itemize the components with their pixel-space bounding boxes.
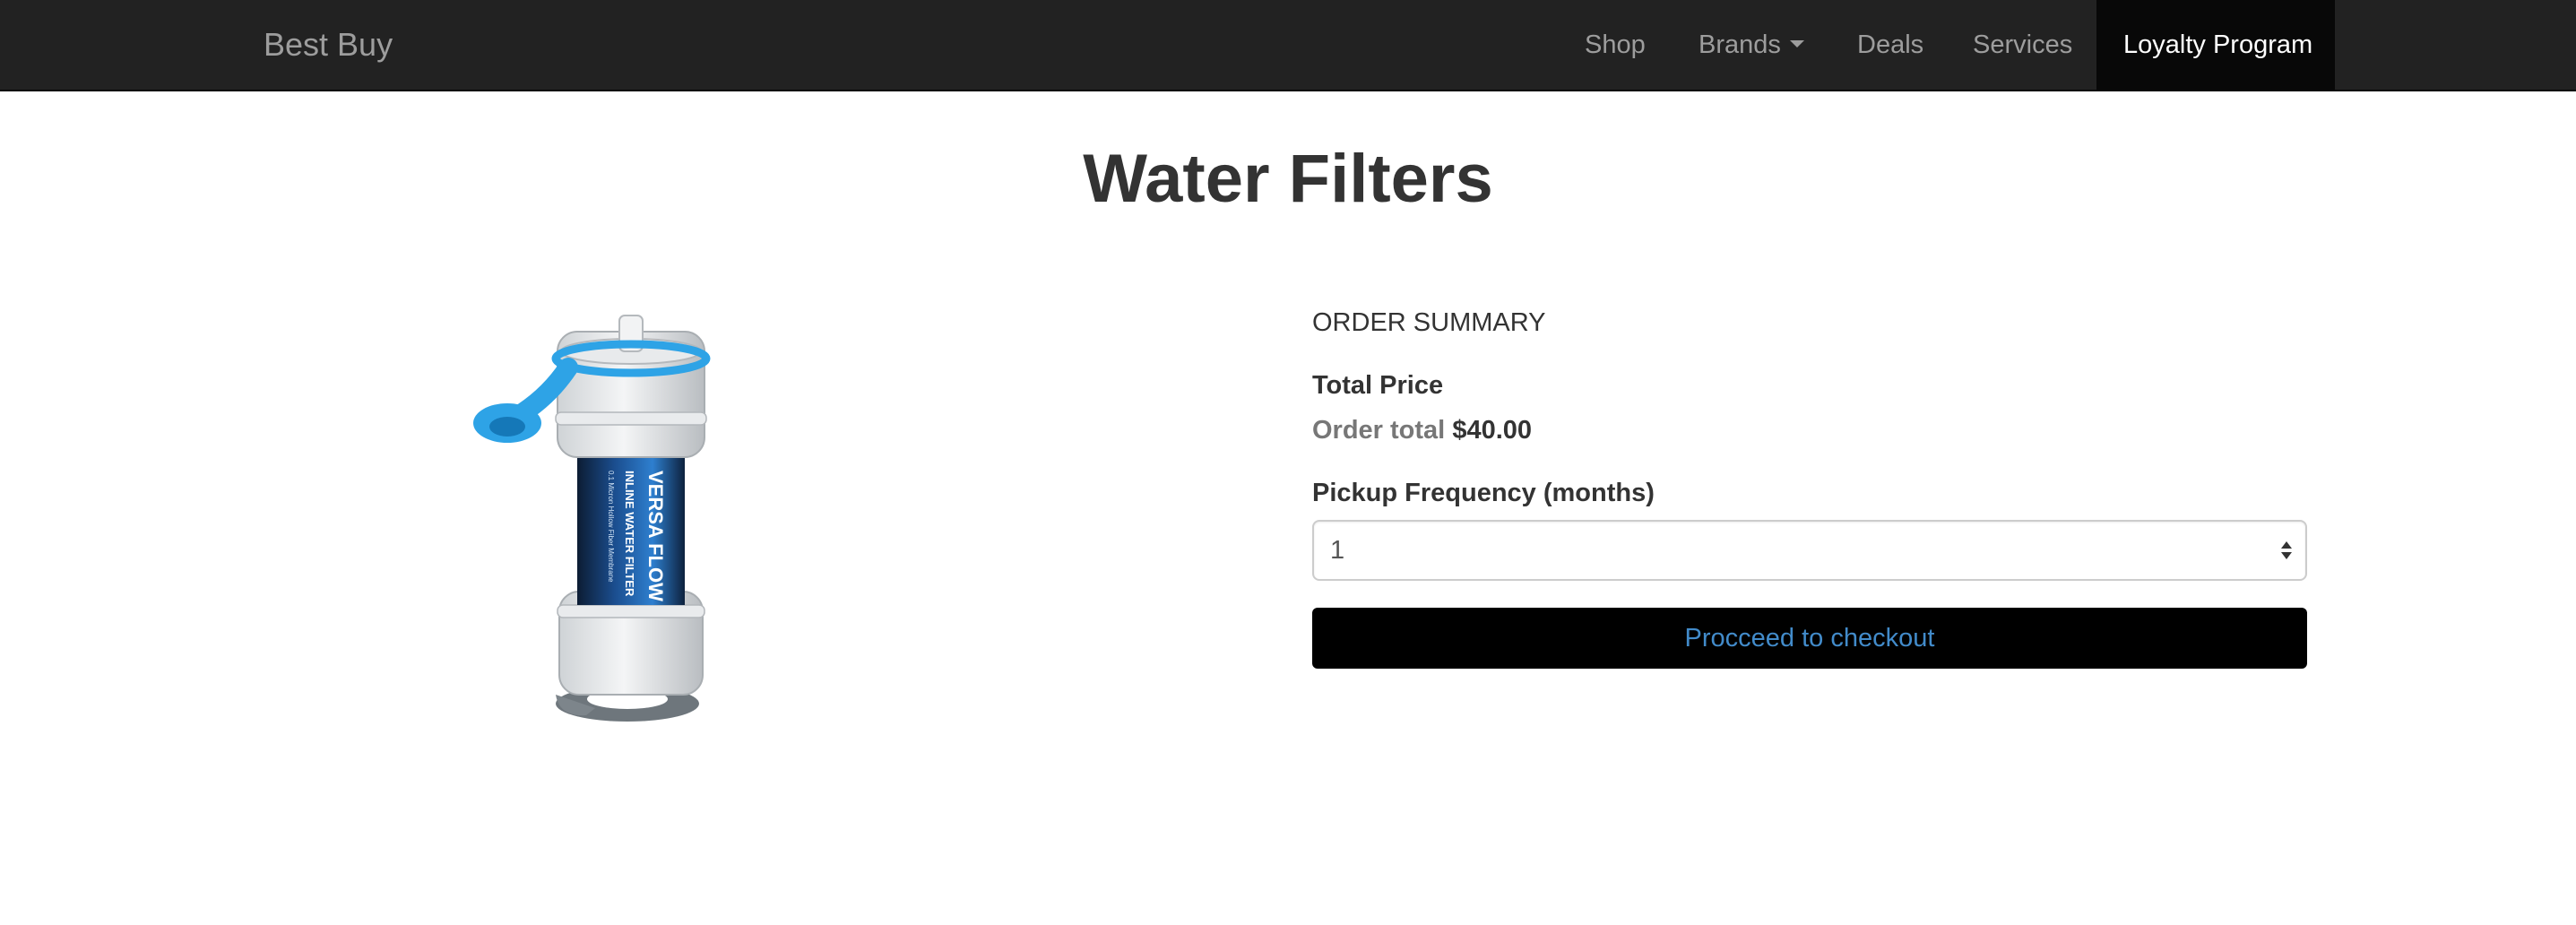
product-image: VERSA FLOW INLINE WATER FILTER 0.1 Micro… xyxy=(264,296,1034,744)
pickup-frequency-select[interactable]: 1 xyxy=(1312,520,2307,581)
order-summary-heading: ORDER SUMMARY xyxy=(1312,308,1546,337)
water-filter-image: VERSA FLOW INLINE WATER FILTER 0.1 Micro… xyxy=(473,315,711,722)
nav-item-brands-label: Brands xyxy=(1699,30,1781,59)
brand-link[interactable]: Best Buy xyxy=(264,0,393,90)
filter-brand-text: VERSA FLOW xyxy=(644,471,667,601)
filter-spec-text: 0.1 Micron Hollow Fiber Membrane xyxy=(607,471,615,583)
pickup-frequency-label: Pickup Frequency (months) xyxy=(1312,479,1655,507)
total-price-label: Total Price xyxy=(1312,371,1444,400)
order-total-label: Order total xyxy=(1312,416,1446,445)
caret-down-icon xyxy=(1789,40,1804,48)
order-total: Order total $40.00 xyxy=(1312,412,1532,448)
filter-type-text: INLINE WATER FILTER xyxy=(623,471,636,597)
checkout-button[interactable]: Procceed to checkout xyxy=(1312,608,2307,669)
nav-item-services[interactable]: Services xyxy=(1946,0,2099,90)
nav-item-brands[interactable]: Brands xyxy=(1672,0,1831,90)
pickup-frequency-value: 1 xyxy=(1330,536,1345,565)
select-arrows-icon xyxy=(2281,541,2292,559)
top-navbar: Best Buy Shop Brands Deals Services Loya… xyxy=(0,0,2576,91)
nav-item-deals[interactable]: Deals xyxy=(1830,0,1950,90)
nav-item-shop[interactable]: Shop xyxy=(1558,0,1673,90)
nav-item-loyalty-program[interactable]: Loyalty Program xyxy=(2096,0,2335,90)
order-total-value: $40.00 xyxy=(1452,416,1533,445)
page-title: Water Filters xyxy=(1083,141,1493,217)
